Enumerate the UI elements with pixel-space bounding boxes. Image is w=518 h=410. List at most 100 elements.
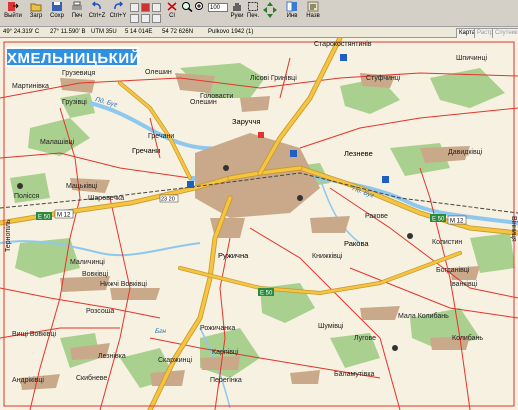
place-label: Іванківці	[450, 280, 478, 288]
place-label: Грузевиця	[62, 70, 95, 77]
place-label: Баламутівка	[334, 370, 375, 378]
exit-button[interactable]: Выйти	[2, 1, 24, 25]
place-label: Мацьківці	[66, 182, 98, 190]
place-label: Луговe	[354, 335, 376, 342]
redo-button[interactable]: Ctrl+Y	[108, 1, 128, 25]
parking-icon	[290, 150, 297, 157]
place-label: Лісові Гринівці	[250, 74, 297, 82]
road-shield-label: E 50	[432, 217, 445, 223]
print-button[interactable]: Печ	[68, 1, 86, 25]
toggle-f[interactable]	[152, 14, 161, 23]
place-label: Мартинівка	[12, 82, 49, 90]
place-label: Лезневе	[344, 149, 373, 158]
map-title: ХМЕЛЬНИЦЬКИЙ	[5, 47, 140, 67]
zoom-button[interactable]	[194, 1, 206, 25]
place-label: Вовківці	[82, 270, 109, 278]
place-label: Ракове	[365, 213, 388, 220]
print-icon	[72, 1, 82, 10]
northing-readout: 54 72 626N	[162, 29, 194, 35]
border-label-east: Вінниця	[510, 216, 518, 242]
place-label: Олешин	[145, 69, 172, 76]
place-label: Ракова	[344, 239, 369, 248]
invert-icon	[286, 1, 297, 12]
church-icon	[407, 233, 413, 239]
place-label: Перегінка	[210, 376, 242, 384]
place-label: Скибневе	[76, 374, 107, 382]
print-label: Печ	[71, 13, 83, 19]
load-icon	[30, 3, 42, 12]
church-icon	[17, 183, 23, 189]
road-shield-label: E 50	[260, 291, 273, 297]
place-label: Малашівці	[40, 138, 75, 146]
save-icon	[52, 2, 62, 11]
place-label: Книжківці	[312, 252, 343, 260]
road-shield-label: E 50	[38, 215, 51, 221]
parking-icon	[187, 181, 194, 188]
place-label: Заруччя	[232, 117, 260, 126]
datum-label: Pulkovo 1942 (1)	[208, 29, 254, 35]
place-label: Олешин	[190, 99, 217, 106]
place-label: Стуфчинці	[366, 74, 401, 82]
toggle-e[interactable]	[141, 14, 150, 23]
search-icon	[182, 2, 193, 12]
church-icon	[392, 345, 398, 351]
hand-button[interactable]: Руки	[230, 1, 244, 25]
toggle-d[interactable]	[130, 14, 139, 23]
invert-label: Инв	[286, 13, 298, 19]
place-label: Гречани	[132, 146, 160, 155]
latitude-readout: 49° 24.319' С	[3, 29, 40, 35]
save-button[interactable]: Сохр	[47, 1, 67, 25]
toolbar: Выйти Загр Сохр Печ Ctrl+Z Ctrl+Y Cl 100…	[0, 0, 518, 27]
border-label-north: Старокостянтинів	[314, 40, 372, 48]
place-label: Ружична	[218, 251, 249, 260]
place-label: Грузівці	[62, 98, 87, 106]
arrows-icon	[263, 2, 277, 18]
toggle-a[interactable]	[130, 3, 139, 12]
redo-icon	[114, 1, 123, 10]
hand-label: Руки	[230, 13, 244, 19]
road-shield-label: M 12	[57, 213, 71, 219]
undo-icon	[92, 1, 101, 10]
place-label: Нижчі Вовківці	[100, 280, 147, 288]
place-label: Рожичанка	[200, 325, 235, 332]
place-label: Давидківці	[448, 148, 483, 156]
search-button[interactable]	[181, 1, 193, 25]
place-label: Лезнівка	[98, 352, 126, 360]
zoom-input[interactable]: 100	[208, 3, 228, 12]
place-label: Богданівці	[436, 266, 470, 274]
redo-label: Ctrl+Y	[109, 13, 127, 19]
invert-button[interactable]: Инв	[283, 1, 301, 25]
place-label: Шаровечка	[88, 195, 124, 202]
names-button[interactable]: Назв	[304, 1, 322, 25]
place-label: Колистин	[432, 239, 462, 246]
church-icon	[297, 195, 303, 201]
clear-label: Cl	[169, 13, 175, 19]
place-label: Андріківці	[12, 376, 44, 384]
river-label: Бгн	[155, 328, 166, 335]
place-label: Шпичинці	[456, 54, 488, 62]
undo-button[interactable]: Ctrl+Z	[87, 1, 107, 25]
road-shield-label: M 12	[450, 219, 464, 225]
map-canvas[interactable]: E 50 M 12 E 50 M 12 E 50 23 20 Старокост…	[0, 38, 518, 410]
place-label: Вищі Вовківці	[12, 330, 56, 338]
place-label: Мала Колибань	[398, 312, 449, 320]
toggle-b[interactable]	[141, 3, 150, 12]
print-area-icon	[248, 2, 258, 11]
place-label: Полісся	[14, 192, 39, 200]
status-bar: 49° 24.319' С 27° 11.590' В UTM 35U 5 14…	[0, 27, 518, 38]
clear-button[interactable]: Cl	[165, 1, 179, 25]
toggle-c[interactable]	[152, 3, 161, 12]
load-button[interactable]: Загр	[26, 1, 46, 25]
clear-icon	[167, 2, 177, 11]
longitude-readout: 27° 11.590' В	[50, 29, 86, 35]
zoom-icon	[195, 2, 203, 10]
navigate-button[interactable]	[262, 1, 278, 25]
place-label: Карпівці	[212, 348, 239, 356]
place-label: Розсоша	[86, 308, 114, 315]
print-area-button[interactable]: Печ.	[246, 1, 260, 25]
exit-label: Выйти	[4, 13, 22, 19]
easting-readout: 5 14 014E	[125, 29, 153, 35]
place-label: Гречани	[148, 133, 174, 140]
border-label-west: Тернопіль	[4, 219, 12, 252]
view-tabs: Карта Растр Спутник	[456, 28, 518, 39]
